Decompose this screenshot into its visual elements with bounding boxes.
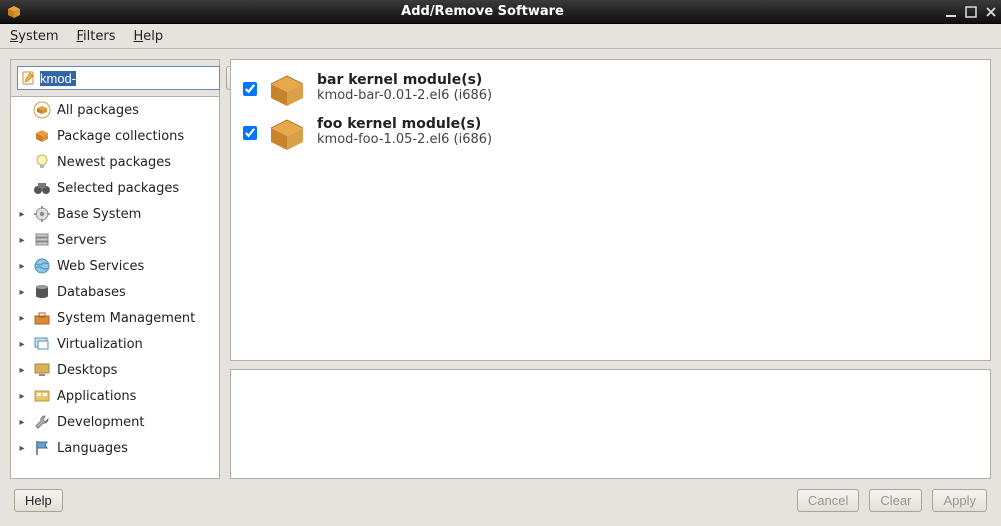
cat-label: Languages [57,441,128,456]
cat-servers[interactable]: ▸ Servers [11,227,219,253]
maximize-button[interactable] [961,3,981,21]
package-version: kmod-bar-0.01-2.el6 (i686) [317,88,492,103]
box-icon [33,127,51,145]
cat-label: Web Services [57,259,144,274]
apps-icon [33,387,51,405]
body: Find ▸ All packages ▸ Package collection… [0,49,1001,526]
titlebar: Add/Remove Software [0,0,1001,24]
box-circle-icon [33,101,51,119]
cat-databases[interactable]: ▸ Databases [11,279,219,305]
cat-label: Base System [57,207,141,222]
toolbox-icon [33,309,51,327]
cat-web-services[interactable]: ▸ Web Services [11,253,219,279]
close-button[interactable] [981,3,1001,21]
footer: Help Cancel Clear Apply [10,489,991,516]
cat-label: All packages [57,103,139,118]
cat-newest-packages[interactable]: ▸ Newest packages [11,149,219,175]
package-list[interactable]: bar kernel module(s) kmod-bar-0.01-2.el6… [230,59,991,361]
cat-package-collections[interactable]: ▸ Package collections [11,123,219,149]
bulb-icon [33,153,51,171]
cat-virtualization[interactable]: ▸ Virtualization [11,331,219,357]
clear-button[interactable]: Clear [869,489,922,512]
globe-icon [33,257,51,275]
cat-label: Development [57,415,145,430]
cat-applications[interactable]: ▸ Applications [11,383,219,409]
apply-button[interactable]: Apply [932,489,987,512]
menu-help[interactable]: Help [129,27,167,46]
cancel-button[interactable]: Cancel [797,489,859,512]
cat-development[interactable]: ▸ Development [11,409,219,435]
desktop-icon [33,361,51,379]
help-button[interactable]: Help [14,489,63,512]
expander-icon[interactable]: ▸ [17,313,27,324]
wrench-icon [33,413,51,431]
package-checkbox[interactable] [243,126,257,140]
flag-icon [33,439,51,457]
expander-icon[interactable]: ▸ [17,287,27,298]
binoculars-icon [33,179,51,197]
expander-icon[interactable]: ▸ [17,417,27,428]
cat-label: Package collections [57,129,184,144]
expander-icon[interactable]: ▸ [17,235,27,246]
cat-label: Virtualization [57,337,143,352]
edit-icon [21,70,37,86]
package-box-icon [267,116,307,152]
expander-icon[interactable]: ▸ [17,261,27,272]
menubar: System Filters Help [0,24,1001,49]
cat-label: System Management [57,311,195,326]
package-checkbox[interactable] [243,82,257,96]
main-panel: bar kernel module(s) kmod-bar-0.01-2.el6… [230,59,991,479]
cat-all-packages[interactable]: ▸ All packages [11,97,219,123]
cat-label: Applications [57,389,136,404]
expander-icon[interactable]: ▸ [17,339,27,350]
app-window: Add/Remove Software System Filters Help … [0,0,1001,526]
package-row[interactable]: foo kernel module(s) kmod-foo-1.05-2.el6… [241,112,980,156]
detail-panel [230,369,991,479]
cat-selected-packages[interactable]: ▸ Selected packages [11,175,219,201]
search-field-container [17,66,220,90]
menu-system[interactable]: System [6,27,63,46]
expander-icon[interactable]: ▸ [17,209,27,220]
package-row[interactable]: bar kernel module(s) kmod-bar-0.01-2.el6… [241,68,980,112]
cat-label: Servers [57,233,106,248]
package-box-icon [267,72,307,108]
expander-icon[interactable]: ▸ [17,443,27,454]
gear-icon [33,205,51,223]
menu-filters[interactable]: Filters [73,27,120,46]
cat-base-system[interactable]: ▸ Base System [11,201,219,227]
cat-languages[interactable]: ▸ Languages [11,435,219,461]
cat-label: Selected packages [57,181,179,196]
search-input[interactable] [40,68,216,88]
package-version: kmod-foo-1.05-2.el6 (i686) [317,132,492,147]
expander-icon[interactable]: ▸ [17,391,27,402]
cat-system-management[interactable]: ▸ System Management [11,305,219,331]
package-text: bar kernel module(s) kmod-bar-0.01-2.el6… [317,72,492,103]
cat-label: Databases [57,285,126,300]
cat-desktops[interactable]: ▸ Desktops [11,357,219,383]
package-text: foo kernel module(s) kmod-foo-1.05-2.el6… [317,116,492,147]
database-icon [33,283,51,301]
cat-label: Desktops [57,363,117,378]
app-icon [4,2,24,22]
help-underline: H [25,493,34,508]
category-list[interactable]: ▸ All packages ▸ Package collections ▸ N… [11,97,219,478]
search-row: Find [11,60,219,97]
cat-label: Newest packages [57,155,171,170]
package-name: foo kernel module(s) [317,116,492,132]
package-name: bar kernel module(s) [317,72,492,88]
sidebar: Find ▸ All packages ▸ Package collection… [10,59,220,479]
minimize-button[interactable] [941,3,961,21]
server-icon [33,231,51,249]
top-zone: Find ▸ All packages ▸ Package collection… [10,59,991,479]
window-title: Add/Remove Software [24,4,941,19]
expander-icon[interactable]: ▸ [17,365,27,376]
vm-icon [33,335,51,353]
